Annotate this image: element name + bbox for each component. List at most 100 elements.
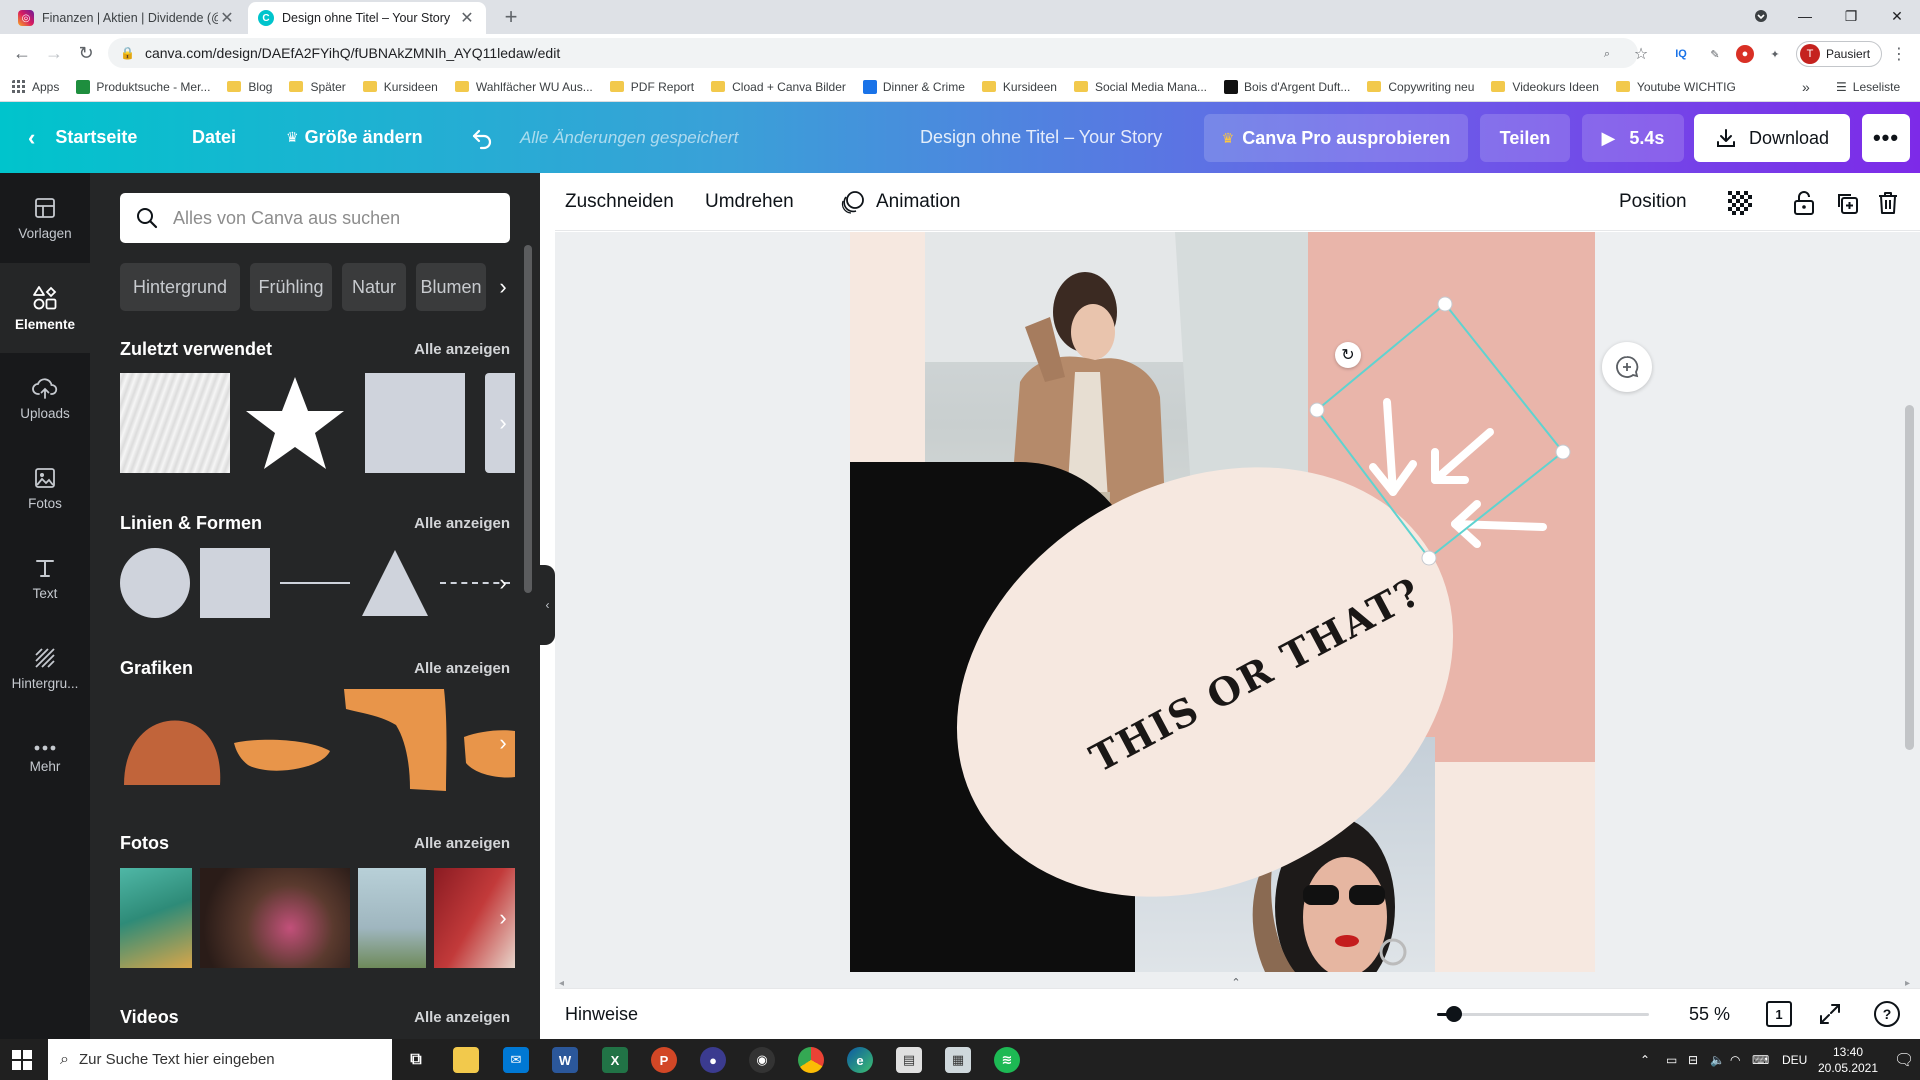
transparency-icon[interactable] — [1727, 190, 1753, 216]
canvas-vertical-scrollbar[interactable] — [1905, 405, 1914, 750]
rotate-handle-icon[interactable]: ↻ — [1335, 342, 1361, 368]
clock[interactable]: 13:40 20.05.2021 — [1806, 1042, 1890, 1078]
trash-icon[interactable] — [1875, 190, 1901, 216]
tab-search-icon[interactable] — [1738, 0, 1784, 32]
notes-button[interactable]: Hinweise — [565, 989, 638, 1040]
design-title[interactable]: Design ohne Titel – Your Story — [920, 102, 1162, 173]
resize-button[interactable]: ♛ Größe ändern — [286, 102, 423, 173]
chevron-right-icon[interactable]: › — [490, 274, 516, 300]
duplicate-icon[interactable] — [1834, 190, 1860, 216]
bookmark-folder[interactable]: Später — [289, 80, 346, 94]
recent-texture-thumbnail[interactable] — [120, 373, 230, 473]
recent-square-thumbnail[interactable] — [365, 373, 465, 473]
forward-arrow-icon[interactable]: → — [42, 41, 66, 65]
selected-arrows-graphic[interactable] — [1295, 292, 1585, 582]
undo-icon[interactable] — [470, 102, 494, 173]
animation-button[interactable]: Animation — [840, 173, 961, 231]
tray-battery-icon[interactable]: ▭ — [1666, 1039, 1677, 1080]
chevron-right-icon[interactable]: › — [490, 410, 516, 436]
scroll-right-icon[interactable]: ▸ — [1905, 978, 1910, 988]
chip-spring[interactable]: Frühling — [250, 263, 332, 311]
close-tab-icon[interactable]: ✕ — [218, 8, 236, 28]
see-all-photos-link[interactable]: Alle anzeigen — [414, 835, 510, 852]
tray-chevron-icon[interactable]: ⌃ — [1640, 1039, 1650, 1080]
close-window-icon[interactable]: ✕ — [1874, 0, 1920, 32]
edge-icon[interactable]: e — [847, 1047, 873, 1073]
photo-thumbnail[interactable] — [358, 868, 426, 968]
see-all-recent-link[interactable]: Alle anzeigen — [414, 341, 510, 358]
extension-color-icon[interactable]: ✎ — [1706, 45, 1724, 63]
address-bar[interactable]: 🔒 canva.com/design/DAEfA2FYihQ/fUBNAkZMN… — [108, 38, 1638, 68]
mail-icon[interactable]: ✉ — [503, 1047, 529, 1073]
scroll-left-icon[interactable]: ◂ — [559, 978, 564, 988]
spotify-icon[interactable]: ≋ — [994, 1047, 1020, 1073]
show-pages-chevron-icon[interactable]: ⌃ — [1201, 976, 1271, 989]
chevron-right-icon[interactable]: › — [490, 570, 516, 596]
taskbar-search-input[interactable]: ⌕ Zur Suche Text hier eingeben — [48, 1039, 392, 1080]
profile-button[interactable]: T Pausiert — [1796, 41, 1882, 67]
minimize-window-icon[interactable]: — — [1782, 0, 1828, 32]
extension-iq-icon[interactable]: IQ — [1672, 45, 1690, 63]
canvas-workspace[interactable]: THIS OR THAT? ↻ ⌃ ◂ ▸ — [555, 232, 1920, 988]
bookmarks-overflow-icon[interactable]: » — [1802, 79, 1810, 95]
line-shape[interactable] — [280, 582, 350, 584]
tray-wifi-icon[interactable]: ◠ — [1730, 1039, 1740, 1080]
powerpoint-icon[interactable]: P — [651, 1047, 677, 1073]
page-count-button[interactable]: 1 — [1766, 1001, 1792, 1027]
browser-tab-canva[interactable]: C Design ohne Titel – Your Story ✕ — [248, 2, 486, 34]
resize-handle[interactable] — [1309, 402, 1325, 418]
bookmark-folder[interactable]: Kursideen — [362, 80, 438, 94]
close-tab-icon[interactable]: ✕ — [458, 8, 476, 28]
zoom-slider-thumb[interactable] — [1446, 1006, 1462, 1022]
file-menu-button[interactable]: Datei — [192, 102, 236, 173]
recent-star-thumbnail[interactable] — [240, 373, 350, 473]
graphic-orange-block[interactable] — [340, 685, 455, 795]
chip-background[interactable]: Hintergrund — [120, 263, 240, 311]
restore-window-icon[interactable]: ❐ — [1828, 0, 1874, 32]
photo-thumbnail[interactable] — [200, 868, 350, 968]
language-indicator[interactable]: DEU — [1782, 1039, 1807, 1080]
back-arrow-icon[interactable]: ← — [10, 41, 34, 65]
more-options-button[interactable]: ••• — [1862, 114, 1910, 162]
present-button[interactable]: ▶ 5.4s — [1582, 114, 1684, 162]
square-shape[interactable] — [200, 548, 270, 618]
chip-flowers[interactable]: Blumen — [416, 263, 486, 311]
calculator-icon[interactable]: ▦ — [945, 1047, 971, 1073]
task-view-icon[interactable]: ⧉ — [403, 1047, 429, 1073]
help-icon[interactable]: ? — [1874, 1001, 1900, 1027]
word-icon[interactable]: W — [552, 1047, 578, 1073]
flip-button[interactable]: Umdrehen — [705, 173, 794, 231]
fullscreen-icon[interactable] — [1818, 1002, 1842, 1031]
bookmark-item[interactable]: Bois d'Argent Duft... — [1224, 79, 1350, 94]
browser-tab-finanzen[interactable]: ◎ Finanzen | Aktien | Dividende (@ ✕ — [8, 2, 246, 34]
zoom-slider[interactable] — [1437, 1006, 1649, 1022]
bookmark-apps[interactable]: Apps — [12, 79, 59, 94]
chevron-right-icon[interactable]: › — [490, 730, 516, 756]
chip-nature[interactable]: Natur — [342, 263, 406, 311]
graphic-orange-leaf[interactable] — [230, 693, 335, 793]
resize-handle[interactable] — [1555, 444, 1571, 460]
tray-keyboard-icon[interactable]: ⌨ — [1752, 1039, 1769, 1080]
lock-icon[interactable] — [1791, 190, 1817, 216]
add-comment-button[interactable] — [1602, 342, 1652, 392]
app-icon[interactable]: ● — [700, 1047, 726, 1073]
new-tab-button[interactable]: + — [498, 4, 524, 30]
see-all-graphics-link[interactable]: Alle anzeigen — [414, 660, 510, 677]
chevron-right-icon[interactable]: › — [490, 905, 516, 931]
sidebar-item-templates[interactable]: Vorlagen — [0, 173, 90, 263]
sidebar-item-more[interactable]: Mehr — [0, 713, 90, 803]
bookmark-star-icon[interactable]: ☆ — [1632, 45, 1650, 63]
sidebar-item-text[interactable]: Text — [0, 533, 90, 623]
tray-network-icon[interactable]: ⊟ — [1688, 1039, 1698, 1080]
windows-start-icon[interactable] — [12, 1050, 32, 1075]
app-icon[interactable]: ▤ — [896, 1047, 922, 1073]
collapse-panel-button[interactable]: ‹ — [540, 565, 555, 645]
home-button[interactable]: ‹ Startseite — [28, 102, 137, 173]
circle-shape[interactable] — [120, 548, 190, 618]
triangle-shape[interactable] — [360, 548, 430, 618]
search-input[interactable]: Alles von Canva aus suchen — [120, 193, 510, 243]
bookmark-folder[interactable]: Youtube WICHTIG — [1615, 80, 1736, 94]
resize-handle[interactable] — [1437, 296, 1453, 312]
reload-icon[interactable]: ↻ — [74, 41, 98, 65]
bookmark-item[interactable]: Produktsuche - Mer... — [76, 79, 210, 94]
